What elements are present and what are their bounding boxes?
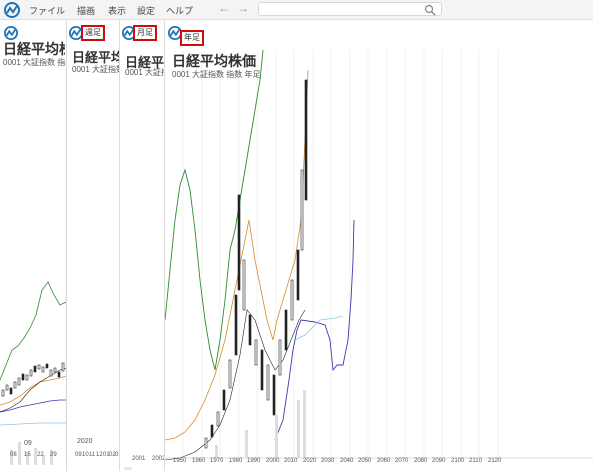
x-tick-label: 2020: [77, 438, 93, 445]
x-tick-label: 2000: [266, 458, 280, 464]
x-tick-label: 2060: [377, 458, 391, 464]
x-tick-label: 2030: [321, 458, 335, 464]
x-tick-label: 2010: [284, 458, 298, 464]
x-tick-label: 2080: [414, 458, 428, 464]
back-arrow-icon[interactable]: ←: [218, 1, 230, 15]
x-tick-label: 2090: [432, 458, 446, 464]
x-tick-label: 08: [10, 452, 17, 458]
x-tick-label: 2110: [469, 458, 482, 464]
x-tick-label: 2001: [132, 456, 146, 462]
horizontal-scrollbar[interactable]: [124, 467, 132, 470]
chart-panel-yearly[interactable]: 年足 日経平均株価 0001 大証指数 指数 年足 1950 1960 1970…: [164, 20, 593, 471]
chart-subtitle: 0001 大証指数: [72, 65, 120, 74]
x-tick-label: 1970: [210, 458, 224, 464]
x-tick-label: 2100: [451, 458, 465, 464]
chart-subtitle: 0001 大証指数 指数 年足: [172, 70, 261, 79]
timeframe-badge-monthly[interactable]: 月足: [133, 25, 157, 41]
menu-bar: ファイル 描画 表示 設定 ヘルプ ← →: [0, 0, 593, 20]
search-input[interactable]: [258, 2, 442, 16]
x-tick-label: 1950: [173, 458, 187, 464]
menu-file[interactable]: ファイル: [29, 4, 65, 17]
menu-help[interactable]: ヘルプ: [166, 4, 193, 17]
app-logo-icon: [4, 2, 20, 18]
timeframe-badge-yearly[interactable]: 年足: [180, 30, 204, 46]
x-tick-label: 09: [24, 440, 32, 447]
price-chart: [0, 60, 66, 465]
price-chart: [165, 49, 593, 461]
x-tick-label: 1980: [229, 458, 243, 464]
x-tick-label: 29: [50, 452, 57, 458]
x-tick-label: 12: [96, 452, 103, 458]
menu-settings[interactable]: 設定: [137, 4, 155, 17]
chart-panel-weekly[interactable]: 週足 日経平均 0001 大証指数 2020 09 10 11 12 01 02…: [66, 20, 122, 471]
forward-arrow-icon[interactable]: →: [237, 1, 249, 15]
chart-subtitle: 0001 大証指数: [125, 68, 165, 77]
chart-title: 日経平均株価: [172, 53, 256, 69]
menu-draw[interactable]: 描画: [77, 4, 95, 17]
x-tick-label: 22: [37, 452, 44, 458]
x-tick-label: 09: [75, 452, 82, 458]
x-tick-label: 2040: [340, 458, 354, 464]
x-tick-label: 15: [24, 452, 31, 458]
x-tick-label: 2070: [395, 458, 409, 464]
x-tick-label: 2120: [488, 458, 502, 464]
x-tick-label: 11: [89, 452, 96, 458]
x-tick-label: 10: [82, 452, 89, 458]
chart-panel-daily[interactable]: 日経平均株 0001 大証指数 指数 09 08 15 22 29: [0, 20, 66, 471]
x-tick-label: 2020: [303, 458, 317, 464]
menu-view[interactable]: 表示: [108, 4, 126, 17]
x-tick-label: 2050: [358, 458, 372, 464]
x-tick-label: 1990: [247, 458, 261, 464]
chart-panel-monthly[interactable]: 月足 日経平均 0001 大証指数 2001 2002: [119, 20, 165, 471]
search-icon[interactable]: [424, 4, 436, 16]
timeframe-badge-weekly[interactable]: 週足: [81, 25, 105, 41]
x-tick-label: 1960: [192, 458, 206, 464]
